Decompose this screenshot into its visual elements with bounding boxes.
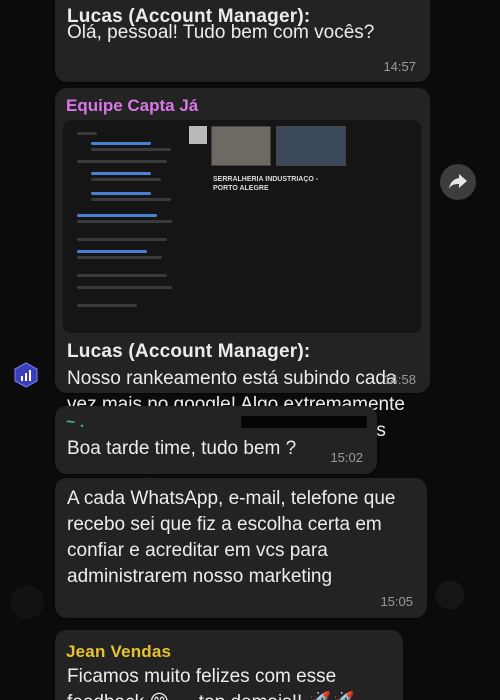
message-text: Ficamos muito felizes com esse feedback …	[67, 666, 355, 700]
message-text: A cada WhatsApp, e-mail, telefone que re…	[67, 488, 396, 587]
message-bubble[interactable]: A cada WhatsApp, e-mail, telefone que re…	[55, 478, 427, 618]
message-time: 15:02	[330, 450, 363, 465]
message-time: 14:58	[383, 372, 416, 387]
group-logo-icon[interactable]	[11, 360, 41, 390]
message-time: 15:05	[380, 594, 413, 609]
message-bubble[interactable]: Equipe Capta Já SERRALHERIA INDUSTRIAÇO …	[55, 88, 430, 467]
message-text: Boa tarde time, tudo bem ?	[67, 438, 297, 459]
forward-icon[interactable]	[440, 164, 476, 200]
message-bubble[interactable]: Jean Vendas Ficamos muito felizes com es…	[55, 630, 403, 700]
message-bubble[interactable]: Lucas (Account Manager): Olá, pessoal! T…	[55, 0, 430, 82]
sender-name: ~ .	[66, 414, 85, 431]
sender-name: Lucas (Account Manager):	[67, 341, 311, 362]
redacted-phone-number	[241, 416, 367, 428]
sender-name: Jean Vendas	[66, 642, 172, 661]
preview-image	[189, 126, 207, 144]
avatar[interactable]	[10, 585, 44, 619]
image-preview[interactable]: SERRALHERIA INDUSTRIAÇO - PORTO ALEGRE	[63, 120, 421, 333]
preview-image	[211, 126, 271, 166]
message-bubble[interactable]: ~ . Boa tarde time, tudo bem ? 15:02	[55, 406, 377, 474]
preview-image	[276, 126, 346, 166]
message-text: Olá, pessoal! Tudo bem com vocês?	[67, 22, 375, 43]
preview-business-title: SERRALHERIA INDUSTRIAÇO - PORTO ALEGRE	[213, 176, 319, 192]
message-time: 14:57	[383, 59, 416, 74]
preview-search-results	[77, 128, 177, 318]
forwarded-sender: Equipe Capta Já	[66, 96, 199, 115]
